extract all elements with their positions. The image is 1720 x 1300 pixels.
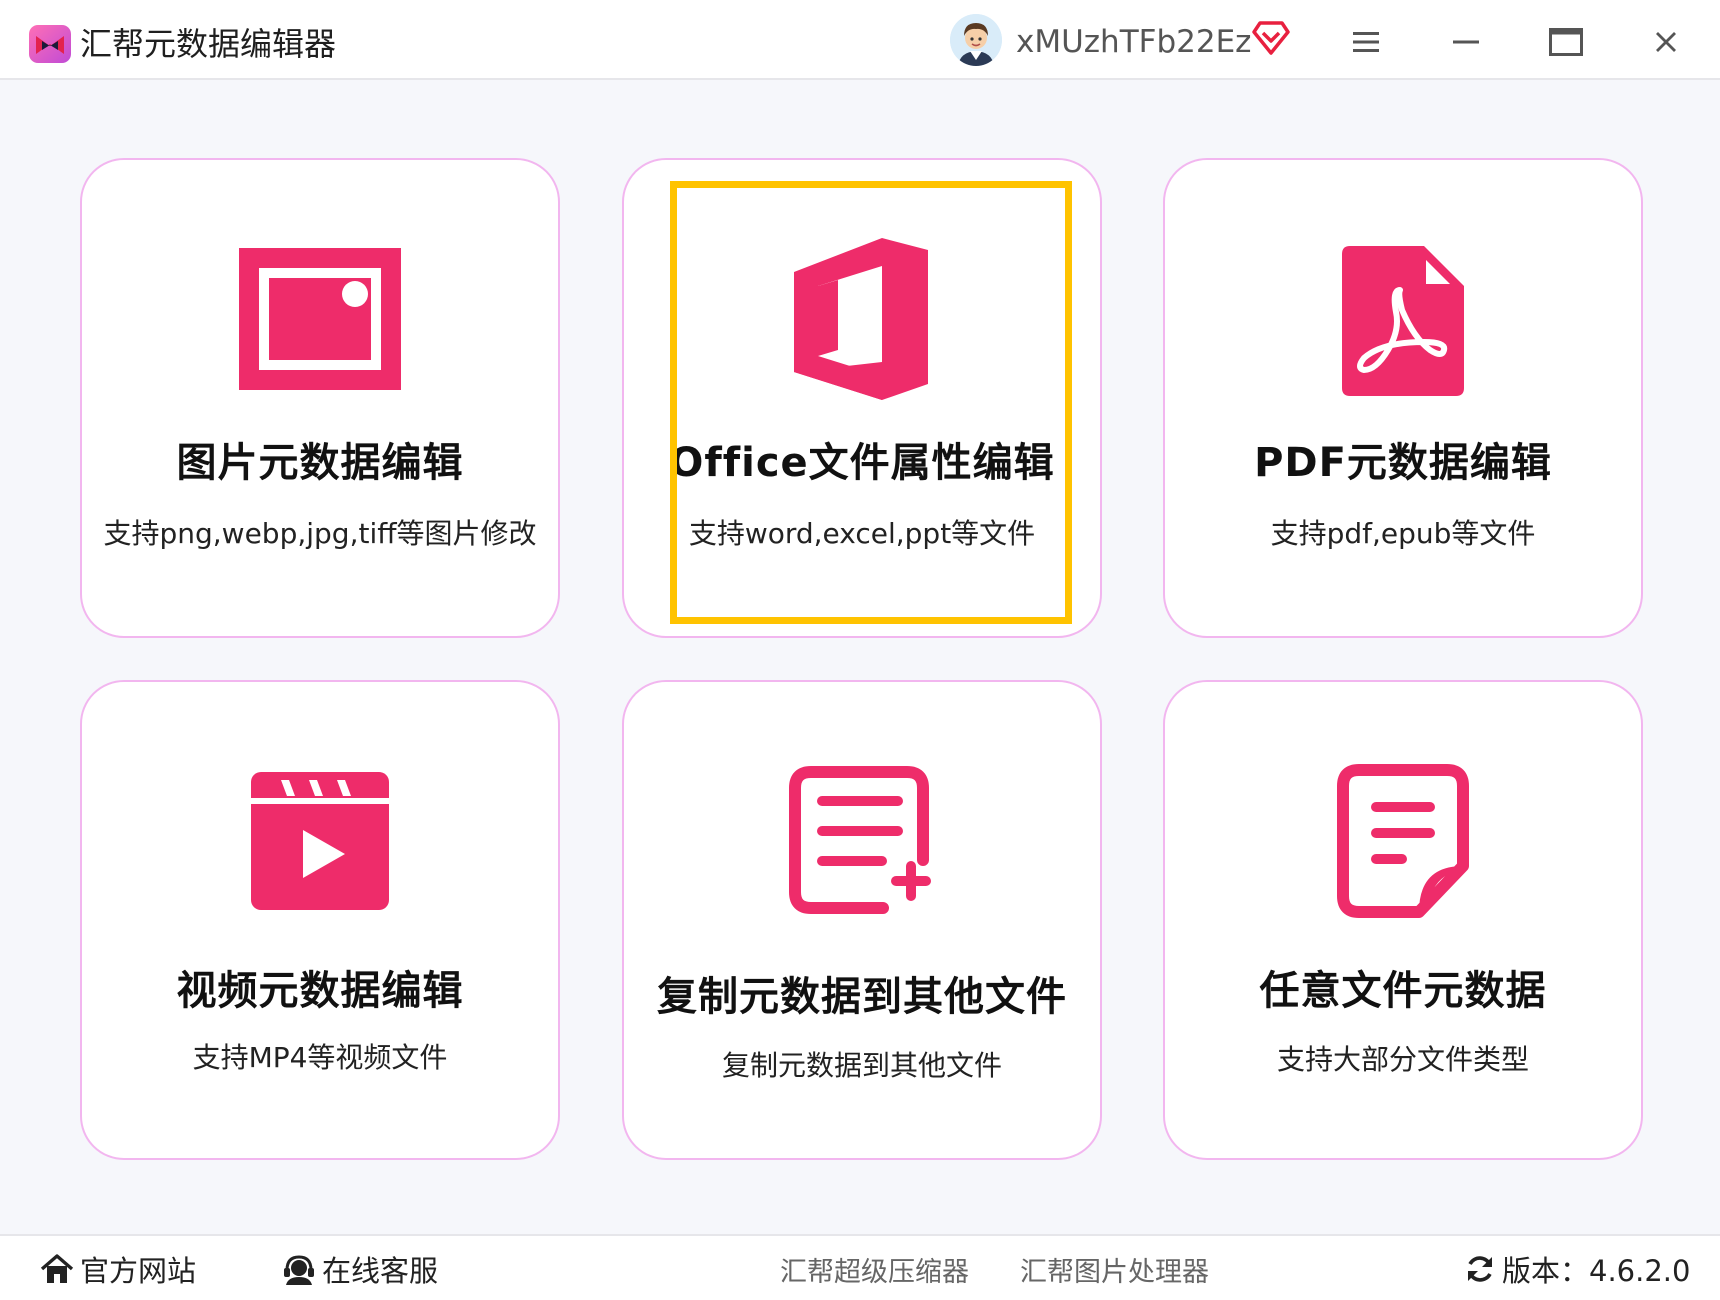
card-title: 任意文件元数据 (1259, 968, 1547, 1014)
version-info[interactable]: 版本：4.6.2.0 (1464, 1246, 1690, 1292)
official-website-label: 官方网站 (80, 1254, 197, 1288)
image-icon (239, 248, 401, 394)
card-copy-metadata[interactable]: 复制元数据到其他文件 复制元数据到其他文件 (622, 680, 1102, 1160)
document-icon (1335, 762, 1471, 924)
refresh-icon (1468, 1256, 1492, 1282)
card-title: 视频元数据编辑 (176, 968, 464, 1014)
online-support-link[interactable]: 在线客服 (282, 1246, 438, 1292)
card-any-file-metadata[interactable]: 任意文件元数据 支持大部分文件类型 (1163, 680, 1643, 1160)
office-icon (794, 238, 930, 404)
card-office-properties[interactable]: Office文件属性编辑 支持word,excel,ppt等文件 (622, 158, 1102, 638)
vip-diamond-icon[interactable] (1252, 20, 1290, 56)
card-title: 复制元数据到其他文件 (657, 974, 1067, 1020)
app-title: 汇帮元数据编辑器 (80, 25, 337, 63)
card-pdf-metadata[interactable]: PDF元数据编辑 支持pdf,epub等文件 (1163, 158, 1643, 638)
card-description: 支持png,webp,jpg,tiff等图片修改 (103, 517, 537, 550)
minimize-icon[interactable] (1436, 18, 1496, 66)
maximize-icon[interactable] (1536, 18, 1596, 66)
card-description: 支持word,excel,ppt等文件 (688, 517, 1036, 550)
card-description: 支持大部分文件类型 (1276, 1043, 1529, 1076)
home-icon (40, 1254, 74, 1283)
card-description: 支持MP4等视频文件 (192, 1041, 448, 1074)
card-description: 复制元数据到其他文件 (721, 1049, 1002, 1082)
card-image-metadata[interactable]: 图片元数据编辑 支持png,webp,jpg,tiff等图片修改 (80, 158, 560, 638)
official-website-link[interactable]: 官方网站 (40, 1246, 196, 1292)
headset-icon (284, 1255, 314, 1285)
title-bar: 汇帮元数据编辑器 xMUzhTFb22Ez (0, 0, 1720, 80)
footer-bar: 官方网站 在线客服 汇帮超级压缩器 汇帮图片处理器 版本：4.6.2.0 (0, 1234, 1720, 1300)
username-label[interactable]: xMUzhTFb22Ez (1016, 18, 1251, 66)
card-title: 图片元数据编辑 (176, 440, 464, 486)
version-label: 版本：4.6.2.0 (1502, 1254, 1691, 1288)
app-logo-icon (28, 24, 72, 64)
card-video-metadata[interactable]: 视频元数据编辑 支持MP4等视频文件 (80, 680, 560, 1160)
card-description: 支持pdf,epub等文件 (1270, 517, 1536, 550)
card-title: PDF元数据编辑 (1254, 440, 1552, 486)
menu-icon[interactable] (1336, 18, 1396, 66)
video-icon (251, 772, 389, 914)
card-title: Office文件属性编辑 (669, 440, 1055, 486)
compressor-link[interactable]: 汇帮超级压缩器 (780, 1246, 969, 1292)
online-support-label: 在线客服 (322, 1254, 439, 1288)
user-avatar[interactable] (950, 14, 1002, 66)
copy-document-icon (787, 764, 937, 920)
image-processor-link[interactable]: 汇帮图片处理器 (1020, 1246, 1209, 1292)
close-icon[interactable] (1636, 18, 1696, 66)
pdf-icon (1342, 246, 1464, 400)
